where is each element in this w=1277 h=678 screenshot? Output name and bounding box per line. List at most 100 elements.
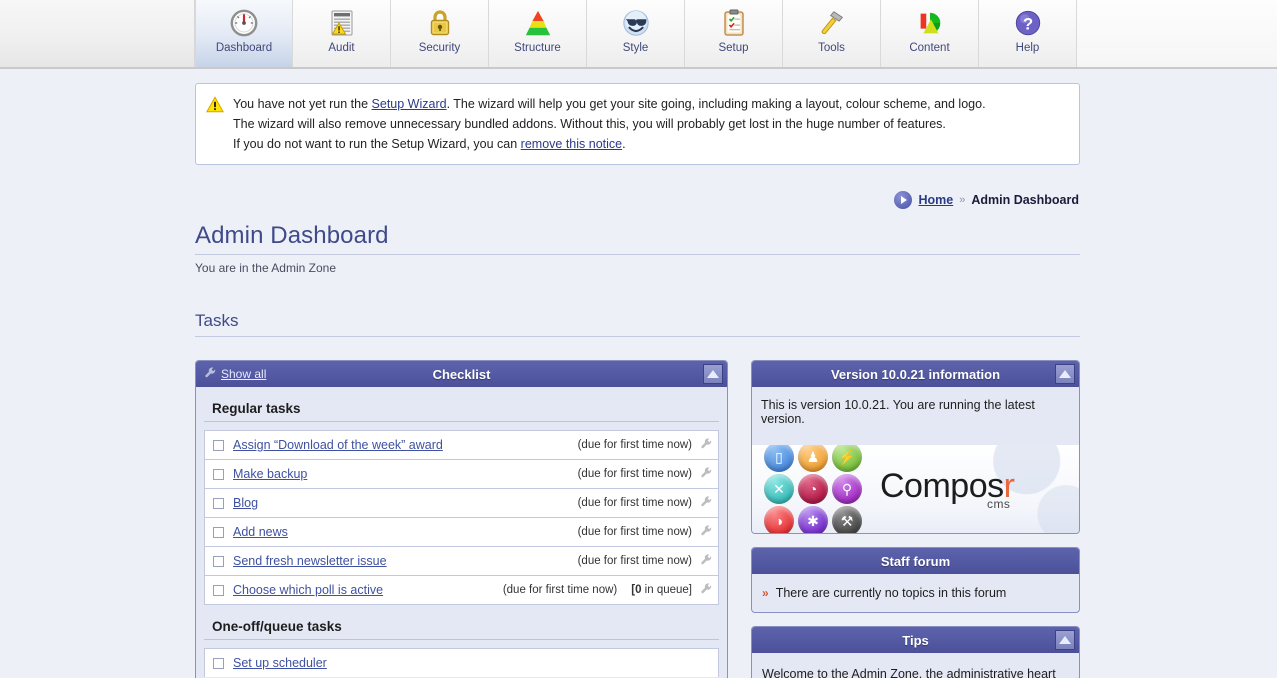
table-row[interactable]: Assign “Download of the week” award (due…: [204, 430, 719, 459]
collapse-up-icon[interactable]: [703, 364, 723, 384]
task-link[interactable]: Choose which poll is active: [233, 583, 383, 597]
task-name: Assign “Download of the week” award: [233, 438, 578, 452]
nav-tab-label: Help: [1016, 42, 1040, 54]
staff-forum-message: There are currently no topics in this fo…: [776, 586, 1007, 600]
checklist-panel: Show all Checklist Regular tasks Assign …: [195, 360, 728, 678]
nav-left-spacer: [0, 0, 195, 67]
notice-line3-before: If you do not want to run the Setup Wiza…: [233, 137, 521, 151]
notice-line-1: You have not yet run the Setup Wizard. T…: [233, 94, 986, 114]
task-link[interactable]: Add news: [233, 525, 288, 539]
question-mark-icon: ?: [1011, 7, 1045, 39]
collapse-up-icon[interactable]: [1055, 630, 1075, 650]
task-name: Make backup: [233, 467, 578, 481]
collapse-up-icon[interactable]: [1055, 364, 1075, 384]
task-checkbox[interactable]: [213, 556, 224, 567]
table-row[interactable]: Add news (due for first time now): [204, 517, 719, 546]
main-column: Show all Checklist Regular tasks Assign …: [195, 360, 728, 678]
nav-tab-content[interactable]: Content: [881, 0, 979, 67]
staff-forum-panel-body: » There are currently no topics in this …: [752, 574, 1079, 612]
version-panel-body: This is version 10.0.21. You are running…: [752, 387, 1079, 533]
pyramid-icon: [521, 7, 555, 39]
hammer-icon: [815, 7, 849, 39]
composr-icon-grid: ▯ ♟ ⚡ ✕ ◔ ⚲ ◑ ✱ ⚒: [763, 445, 864, 533]
task-link[interactable]: Blog: [233, 496, 258, 510]
notice-line-3: If you do not want to run the Setup Wiza…: [233, 134, 986, 154]
warning-triangle-icon: [206, 96, 224, 116]
spanner-icon[interactable]: [700, 553, 713, 569]
nav-tab-help[interactable]: ? Help: [979, 0, 1077, 67]
task-link[interactable]: Assign “Download of the week” award: [233, 438, 443, 452]
nav-tab-setup[interactable]: Setup: [685, 0, 783, 67]
breadcrumb-home-link[interactable]: Home: [918, 193, 953, 207]
notice-line1-after: . The wizard will help you get your site…: [447, 97, 986, 111]
spanner-icon[interactable]: [700, 524, 713, 540]
nav-tab-audit[interactable]: Audit: [293, 0, 391, 67]
admin-top-navigation: Dashboard Audit: [0, 0, 1277, 69]
nav-tab-tools[interactable]: Tools: [783, 0, 881, 67]
task-link[interactable]: Set up scheduler: [233, 656, 327, 670]
task-checkbox[interactable]: [213, 658, 224, 669]
nav-tab-label: Dashboard: [216, 42, 272, 54]
svg-text:?: ?: [1022, 15, 1032, 34]
checklist-show-all[interactable]: Show all: [204, 361, 266, 387]
checklist-panel-body: Regular tasks Assign “Download of the we…: [196, 387, 727, 678]
sunglasses-smiley-icon: [619, 7, 653, 39]
nav-tab-label: Security: [419, 42, 461, 54]
task-queue: [0 in queue]: [631, 584, 692, 596]
nav-tab-dashboard[interactable]: Dashboard: [195, 0, 293, 67]
notice-line3-after: .: [622, 137, 625, 151]
nav-tab-list: Dashboard Audit: [195, 0, 1077, 67]
task-name: Blog: [233, 496, 578, 510]
task-due: (due for first time now): [503, 584, 617, 596]
spanner-icon[interactable]: [700, 582, 713, 598]
nav-tab-structure[interactable]: Structure: [489, 0, 587, 67]
task-checkbox[interactable]: [213, 527, 224, 538]
tips-panel-header: Tips: [752, 627, 1079, 653]
task-checkbox[interactable]: [213, 469, 224, 480]
version-panel-title: Version 10.0.21 information: [756, 367, 1075, 382]
checklist-group-heading: Regular tasks: [204, 387, 719, 422]
spanner-icon: [204, 366, 217, 382]
checklist-group-heading: One-off/queue tasks: [204, 605, 719, 640]
spanner-icon[interactable]: [700, 437, 713, 453]
task-due: (due for first time now): [578, 555, 692, 567]
audit-log-icon: [325, 7, 359, 39]
task-checkbox[interactable]: [213, 585, 224, 596]
version-panel-header: Version 10.0.21 information: [752, 361, 1079, 387]
nav-tab-security[interactable]: Security: [391, 0, 489, 67]
side-column: Version 10.0.21 information This is vers…: [751, 360, 1080, 678]
dragon-icon: ◔: [798, 474, 828, 504]
shield-bolt-icon: ⚡: [832, 445, 862, 472]
setup-wizard-notice: You have not yet run the Setup Wizard. T…: [195, 83, 1080, 165]
task-checkbox[interactable]: [213, 440, 224, 451]
staff-forum-panel-header: Staff forum: [752, 548, 1079, 574]
task-link[interactable]: Make backup: [233, 467, 307, 481]
setup-wizard-link[interactable]: Setup Wizard: [372, 97, 447, 111]
table-row[interactable]: Send fresh newsletter issue (due for fir…: [204, 546, 719, 575]
show-all-link[interactable]: Show all: [221, 367, 266, 381]
composr-wordmark: Composrcms: [880, 467, 1014, 511]
remove-notice-link[interactable]: remove this notice: [521, 137, 622, 151]
task-checkbox[interactable]: [213, 498, 224, 509]
page-subtitle: You are in the Admin Zone: [195, 261, 1080, 275]
nav-tab-style[interactable]: Style: [587, 0, 685, 67]
spanner-icon[interactable]: [700, 495, 713, 511]
table-row[interactable]: Choose which poll is active (due for fir…: [204, 575, 719, 605]
task-name: Set up scheduler: [233, 656, 713, 670]
spanner-icon[interactable]: [700, 466, 713, 482]
table-row[interactable]: Make backup (due for first time now): [204, 459, 719, 488]
task-due: (due for first time now): [578, 439, 692, 451]
task-due: (due for first time now): [578, 526, 692, 538]
task-link[interactable]: Send fresh newsletter issue: [233, 554, 387, 568]
table-row[interactable]: Set up scheduler: [204, 648, 719, 677]
tasks-section-heading: Tasks: [195, 311, 1080, 337]
breadcrumb: Home » Admin Dashboard: [195, 191, 1080, 209]
task-name: Add news: [233, 525, 578, 539]
table-row[interactable]: Blog (due for first time now): [204, 488, 719, 517]
gear-star-icon: ✱: [798, 506, 828, 533]
notice-text: You have not yet run the Setup Wizard. T…: [233, 94, 986, 154]
nav-tab-label: Structure: [514, 42, 561, 54]
tips-panel-body: Welcome to the Admin Zone, the administr…: [752, 653, 1079, 678]
padlock-icon: [423, 7, 457, 39]
crossed-swords-icon: ✕: [764, 474, 794, 504]
